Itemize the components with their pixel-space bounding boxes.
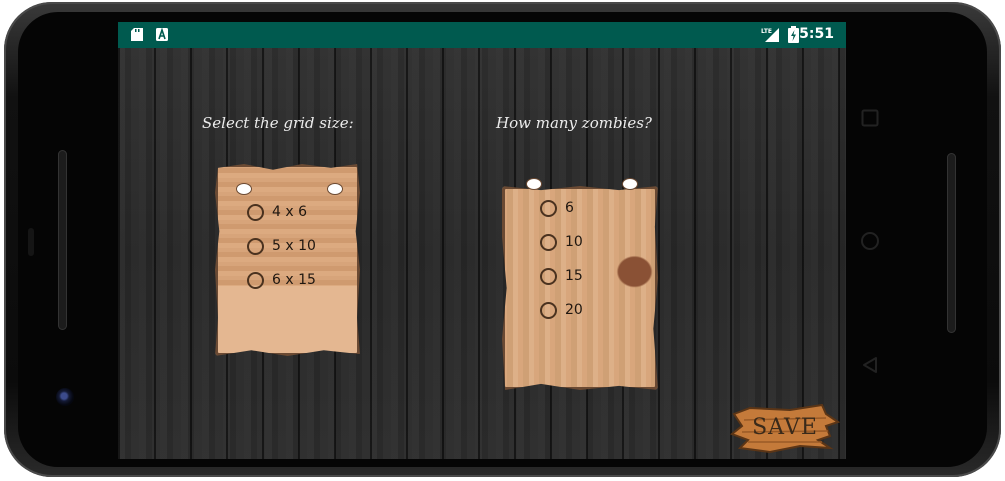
radio-button[interactable] [540,199,557,217]
svg-text:LTE: LTE [761,28,772,35]
a-icon [156,28,168,41]
radio-button[interactable] [247,271,264,289]
nail-hole [237,184,251,194]
home-icon [861,232,879,250]
zombie-option-6[interactable]: 6 [540,197,574,219]
radio-button[interactable] [247,237,264,255]
battery-charging-icon [788,26,799,43]
right-side-bar [947,153,956,333]
nail-hole [527,179,541,189]
home-button[interactable] [855,226,885,256]
radio-button[interactable] [247,203,264,221]
option-label: 6 [565,200,574,216]
sd-card-icon [131,28,143,41]
radio-button[interactable] [540,267,557,285]
zombies-board [502,186,658,390]
zombies-prompt: How many zombies? [496,114,652,132]
zombie-option-10[interactable]: 10 [540,231,583,253]
back-icon [863,357,877,373]
save-label: SAVE [752,415,818,440]
radio-button[interactable] [540,233,557,251]
game-background: Select the grid size: How many zombies? … [118,48,846,459]
overview-icon [861,109,879,127]
option-label: 15 [565,268,583,284]
option-label: 10 [565,234,583,250]
save-button[interactable]: SAVE [730,404,840,454]
option-label: 20 [565,302,583,318]
grid-size-prompt: Select the grid size: [202,114,354,132]
nail-hole [328,184,342,194]
zombie-option-15[interactable]: 15 [540,265,583,287]
grid-option-5x10[interactable]: 5 x 10 [247,235,316,257]
option-label: 5 x 10 [272,238,316,254]
zombie-option-20[interactable]: 20 [540,299,583,321]
back-button[interactable] [855,350,885,380]
screen: LTE 5:51 Select the grid size: How many … [118,22,846,459]
status-bar: LTE 5:51 [118,22,846,48]
lte-signal-icon: LTE [761,28,779,42]
nail-hole [623,179,637,189]
left-side-bar [58,150,67,330]
radio-button[interactable] [540,301,557,319]
option-label: 6 x 15 [272,272,316,288]
front-camera [56,388,74,406]
grid-option-6x15[interactable]: 6 x 15 [247,269,316,291]
grid-option-4x6[interactable]: 4 x 6 [247,201,307,223]
clock: 5:51 [799,26,834,42]
overview-button[interactable] [855,103,885,133]
speaker-slot [28,228,34,256]
option-label: 4 x 6 [272,204,307,220]
